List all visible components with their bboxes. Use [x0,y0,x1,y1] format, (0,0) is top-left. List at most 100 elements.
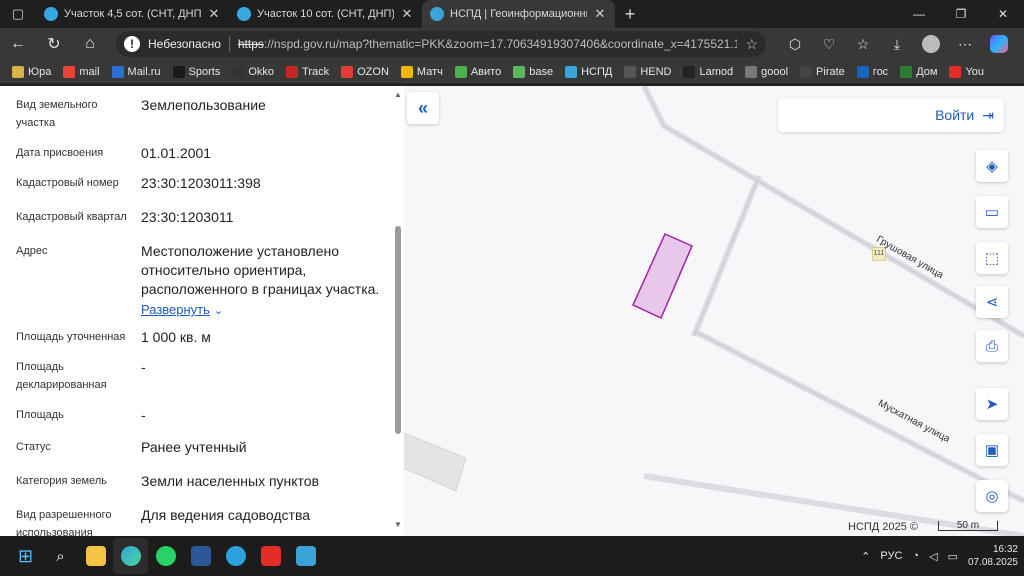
app-button[interactable] [288,538,323,574]
reload-icon[interactable]: ↻ [36,34,72,54]
favorite-star-icon[interactable]: ☆ [745,36,758,53]
address-bar[interactable]: ! Небезопасно https://nspd.gov.ru/map?th… [116,31,766,57]
bookmark-item[interactable]: Матч [395,65,449,78]
back-icon[interactable]: ← [0,35,36,53]
login-button[interactable]: Войти ⇥ [778,98,1004,132]
bookmark-item[interactable]: HEND [618,65,677,78]
bookmark-item[interactable]: НСПД [559,65,618,78]
tab-favicon-icon [430,7,444,21]
bookmark-item[interactable]: Sports [167,65,227,78]
folder-icon [85,546,106,566]
track-icon [286,65,299,78]
layers-button[interactable]: ◈ [976,150,1008,182]
performance-icon[interactable]: ♡ [812,36,846,53]
mailru-icon [111,65,124,78]
volume-icon[interactable]: ◁ [929,550,937,563]
bookmark-item[interactable]: Дом [894,65,943,78]
panel-scrollbar[interactable]: ▲ ▼ [393,86,403,536]
basemap-icon: ▣ [984,442,1000,459]
youtube-icon [260,546,281,566]
bookmark-item[interactable]: base [507,65,559,78]
share-button[interactable]: ⋖ [976,286,1008,318]
extensions-icon[interactable]: ⬡ [778,36,812,53]
wifi-icon[interactable]: ◔ [912,550,919,562]
telegram-button[interactable] [218,538,253,574]
word-button[interactable] [183,538,218,574]
home-icon[interactable]: ⌂ [72,35,108,53]
bookmark-label: Track [302,65,330,78]
expand-link[interactable]: Развернуть ⌄ [141,300,386,321]
telegram-icon [225,546,246,566]
bookmark-item[interactable]: goool [739,65,794,78]
url-rest: ://nspd.gov.ru/map?thematic=PKK&zoom=17.… [263,37,738,51]
insecure-label: Небезопасно [148,37,221,51]
tab-1[interactable]: Участок 4,5 сот. (СНТ, ДНП) на пр ✕ [36,0,229,28]
youtube-button[interactable] [253,538,288,574]
scroll-down-icon[interactable]: ▼ [393,520,403,529]
battery-icon[interactable]: ▭ [948,550,958,563]
collapse-panel-button[interactable]: « [407,92,439,124]
bookmark-item[interactable]: Lamod [677,65,739,78]
home-icon [900,65,913,78]
gos-icon [856,65,869,78]
url-text[interactable]: https://nspd.gov.ru/map?thematic=PKK&zoo… [238,37,738,51]
bookmark-label: Pirate [816,65,845,78]
bookmark-item[interactable]: Mail.ru [106,65,167,78]
basemap-button[interactable]: ▣ [976,434,1008,466]
copilot-icon[interactable] [982,35,1016,53]
minimize-icon[interactable]: — [898,0,940,28]
restore-icon[interactable]: ❐ [940,0,982,28]
tab-title: Участок 4,5 сот. (СНТ, ДНП) на пр [64,8,201,20]
search-button[interactable]: ⌕ [43,538,78,574]
bookmark-item[interactable]: Юра [6,65,57,78]
bookmark-item[interactable]: Track [280,65,335,78]
whatsapp-button[interactable] [148,538,183,574]
close-window-icon[interactable]: ✕ [982,0,1024,28]
close-tab-icon[interactable]: ✕ [593,6,607,22]
tab-3[interactable]: НСПД | Геоинформационный пс ✕ [422,0,615,28]
tab-2[interactable]: Участок 10 сот. (СНТ, ДНП) на пр ✕ [229,0,422,28]
close-tab-icon[interactable]: ✕ [400,6,414,22]
profile-avatar-icon[interactable] [914,35,948,53]
start-button[interactable]: ⊞ [8,538,43,574]
tab-actions-icon[interactable]: ▢ [0,0,36,28]
tray-chevron-icon[interactable]: ⌃ [861,550,870,563]
bookmark-label: Авито [470,65,502,78]
layers-icon: ◈ [986,158,998,175]
hend-icon [624,65,637,78]
more-icon[interactable]: ⋯ [948,36,982,53]
favorites-icon[interactable]: ☆ [846,36,880,53]
explorer-button[interactable] [78,538,113,574]
tab-title: Участок 10 сот. (СНТ, ДНП) на пр [257,8,394,20]
bookmark-label: Sports [188,65,221,78]
field-value: Землепользование [141,97,266,113]
geolocation-button[interactable]: ➤ [976,388,1008,420]
bookmark-item[interactable]: Авито [449,65,507,78]
field-label: Вид разрешенного использования [16,509,112,536]
ozon-icon [341,65,354,78]
close-tab-icon[interactable]: ✕ [207,6,221,22]
area-search-button[interactable]: ⬚ [976,242,1008,274]
scroll-up-icon[interactable]: ▲ [393,90,403,99]
warning-icon[interactable]: ! [124,36,140,52]
area-search-icon: ⬚ [984,250,1000,267]
language-indicator[interactable]: РУС [880,550,902,562]
scrollbar-thumb[interactable] [395,226,401,434]
measure-button[interactable]: ▭ [976,196,1008,228]
field-value: Для ведения садоводства [141,507,311,523]
bookmark-item[interactable]: You [943,65,990,78]
edge-button[interactable] [113,538,148,574]
downloads-icon[interactable]: ⤓ [880,36,914,53]
map-view[interactable]: 111 Грушовая улица Мускатная улица « Вой… [404,86,1024,536]
bookmark-item[interactable]: гос [851,65,894,78]
bookmark-item[interactable]: mail [57,65,105,78]
match-icon [400,65,413,78]
new-tab-icon[interactable]: + [615,0,645,28]
clock[interactable]: 16:32 07.08.2025 [968,543,1018,569]
bookmark-item[interactable]: Pirate [794,65,851,78]
folder-icon [12,65,24,78]
locate-point-button[interactable]: ◎ [976,480,1008,512]
print-button[interactable]: ⎙ [976,330,1008,362]
bookmark-item[interactable]: Okko [226,65,280,78]
bookmark-item[interactable]: OZON [335,65,395,78]
